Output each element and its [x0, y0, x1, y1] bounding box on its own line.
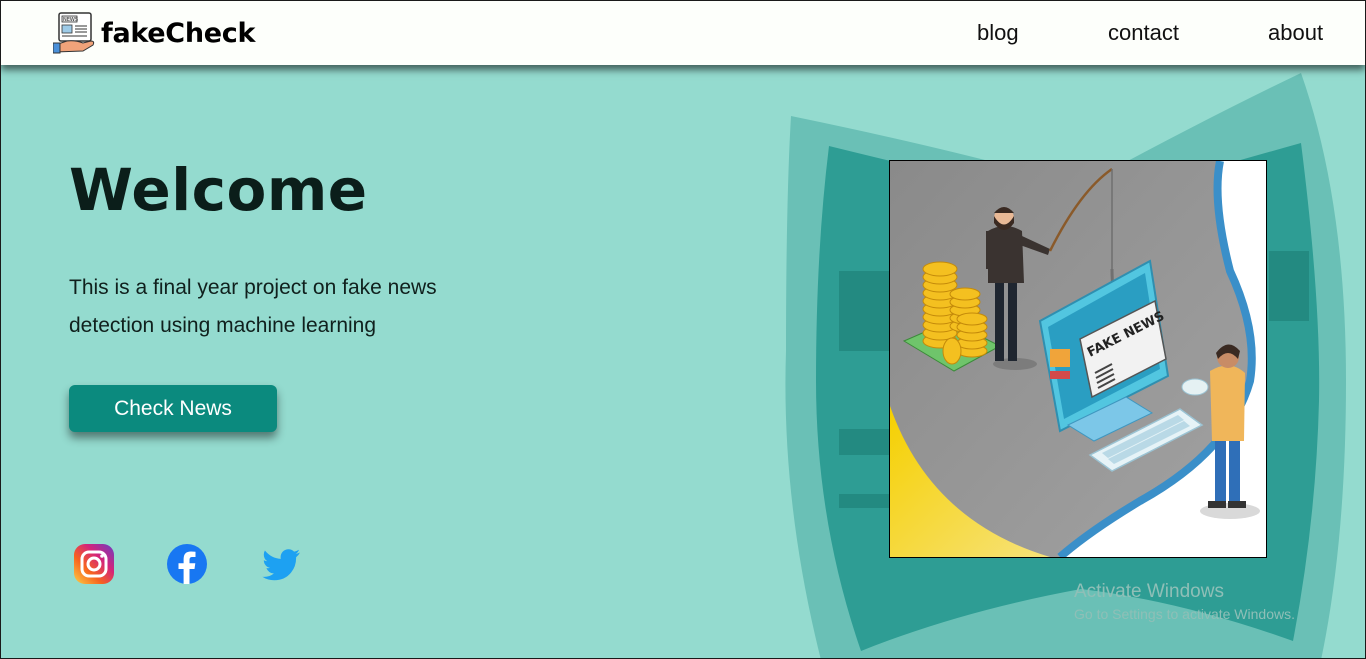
brand[interactable]: NEWS fakeCheck	[53, 11, 255, 55]
nav-blog-link[interactable]: blog	[977, 20, 1019, 46]
nav-about-link[interactable]: about	[1268, 20, 1323, 46]
page-frame: NEWS fakeCheck blog contact about Welcom…	[0, 0, 1366, 659]
hero-subtitle: This is a final year project on fake new…	[69, 276, 437, 337]
watermark-title: Activate Windows	[1074, 581, 1224, 602]
nav-contact-link[interactable]: contact	[1108, 20, 1179, 46]
watermark-subtitle: Go to Settings to activate Windows.	[1074, 606, 1295, 622]
check-news-button[interactable]: Check News	[69, 385, 277, 432]
brand-name: fakeCheck	[101, 17, 256, 49]
hero-title: Welcome	[69, 156, 368, 224]
svg-text:NEWS: NEWS	[63, 17, 78, 23]
fake-news-illustration: FAKE NEWS	[889, 160, 1267, 558]
instagram-icon[interactable]	[73, 543, 115, 585]
news-hand-icon: NEWS	[53, 12, 95, 54]
facebook-icon[interactable]	[166, 543, 208, 585]
activate-windows-watermark: Activate Windows Go to Settings to activ…	[1074, 581, 1295, 622]
navbar: NEWS fakeCheck blog contact about	[1, 1, 1365, 65]
twitter-icon[interactable]	[260, 543, 302, 585]
